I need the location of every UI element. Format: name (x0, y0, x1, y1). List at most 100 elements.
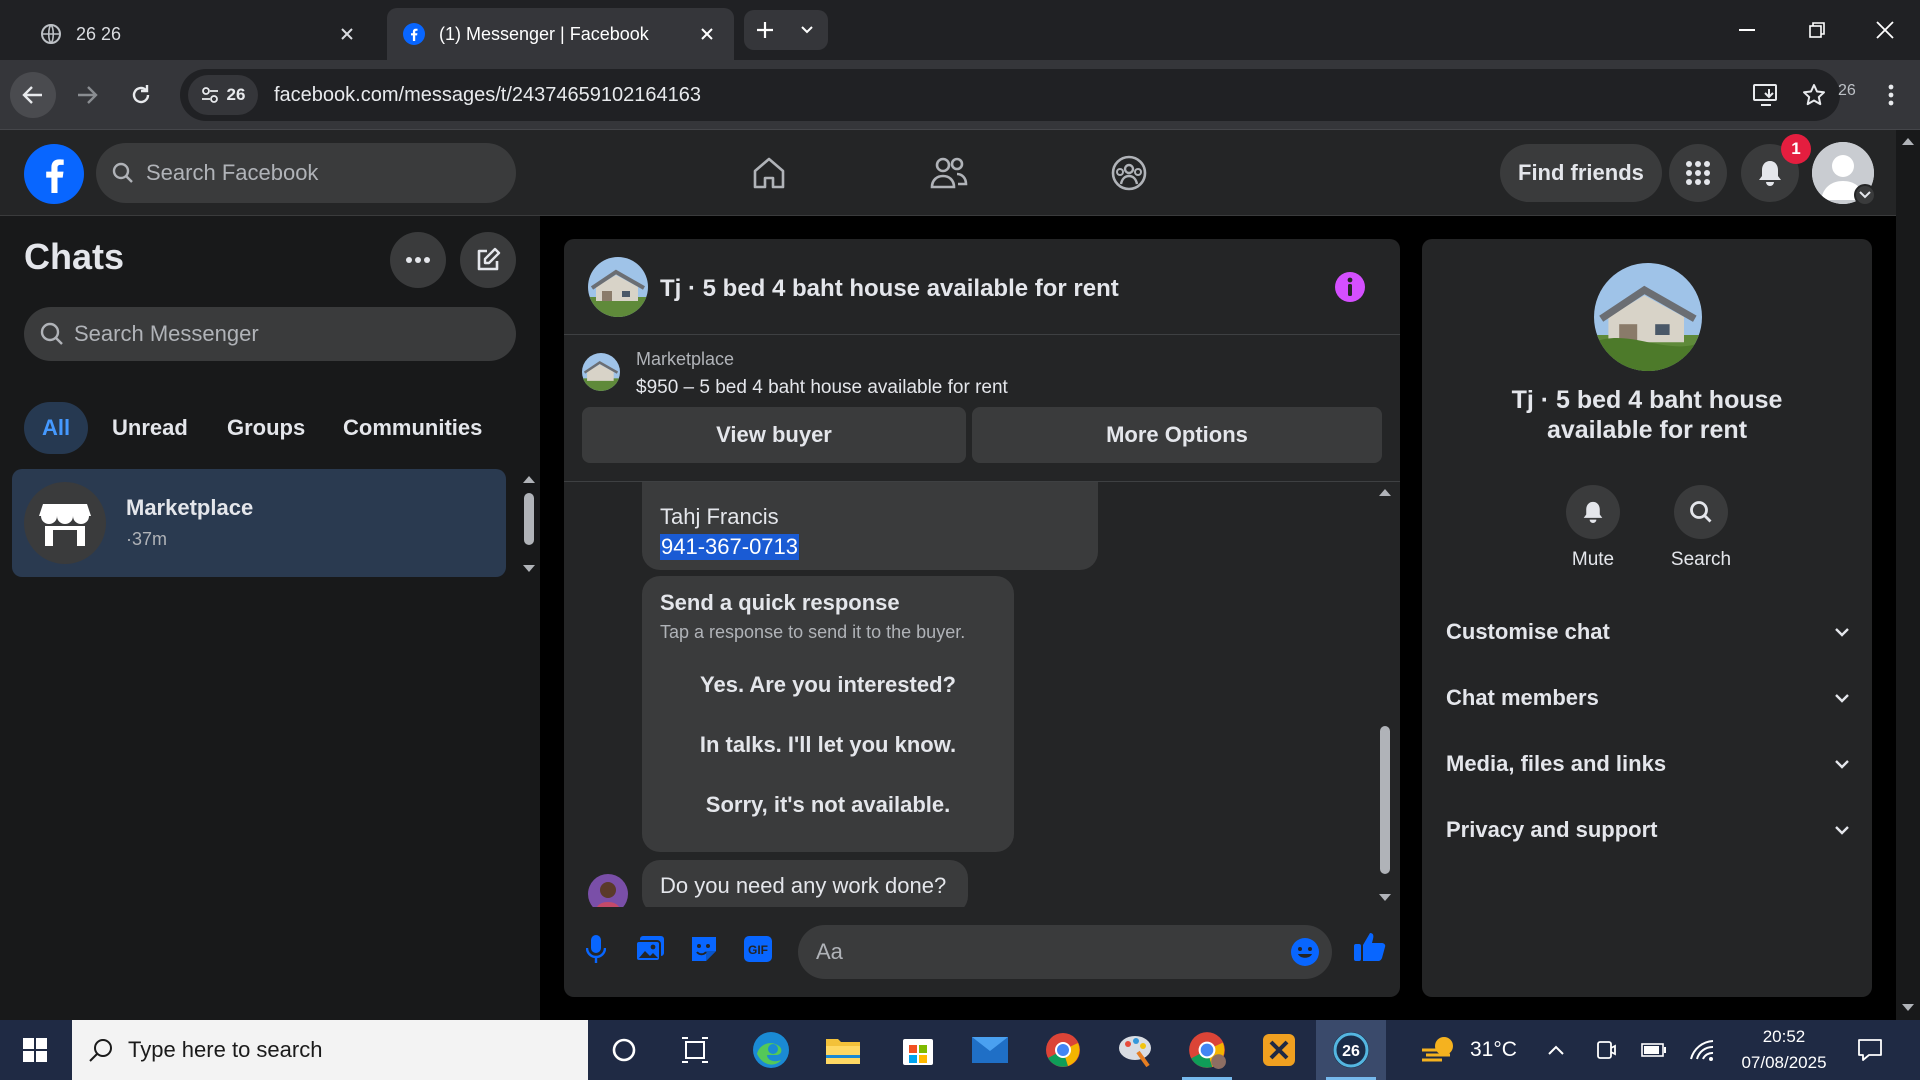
messenger-search-input[interactable] (74, 321, 494, 347)
omnibox[interactable]: 26 facebook.com/messages/t/2437465910216… (180, 69, 1840, 121)
close-tab-icon[interactable] (336, 23, 358, 45)
listing-summary[interactable]: $950 – 5 bed 4 baht house available for … (636, 377, 1008, 399)
filter-tab-groups[interactable]: Groups (209, 402, 323, 454)
browser-26-icon[interactable]: 26 (1316, 1020, 1386, 1080)
reload-icon[interactable] (118, 72, 164, 118)
gif-icon[interactable]: GIF (738, 929, 778, 969)
filter-tab-unread[interactable]: Unread (94, 402, 206, 454)
notification-center-icon[interactable] (1854, 1034, 1886, 1066)
facebook-search-input[interactable] (146, 160, 486, 186)
wifi-icon[interactable] (1686, 1034, 1718, 1066)
quick-response-option[interactable]: Sorry, it's not available. (642, 792, 1014, 818)
search-conversation-button[interactable]: Search (1656, 485, 1746, 571)
browser-menu-icon[interactable] (1876, 78, 1906, 112)
windows-start-icon[interactable] (0, 1020, 70, 1080)
chrome-profile-icon[interactable] (1172, 1020, 1242, 1080)
tab-search-chevron-icon[interactable] (786, 10, 828, 50)
facebook-search[interactable] (96, 143, 516, 203)
photo-icon[interactable] (630, 929, 670, 969)
emoji-icon[interactable] (1290, 937, 1320, 967)
tab-active[interactable]: (1) Messenger | Facebook (387, 8, 734, 60)
groups-icon[interactable] (1074, 142, 1184, 204)
taskbar-search-input[interactable] (128, 1037, 548, 1063)
message-input-box[interactable] (798, 925, 1332, 979)
contact-phone[interactable]: 941-367-0713 (660, 534, 800, 560)
menu-grid-icon[interactable] (1669, 144, 1727, 202)
page-scrollbar[interactable] (1896, 130, 1920, 1020)
sticker-icon[interactable] (684, 929, 724, 969)
minimize-icon[interactable] (1722, 10, 1772, 50)
globe-icon (40, 23, 62, 45)
filter-tab-all[interactable]: All (24, 402, 89, 454)
search-icon (88, 1037, 114, 1063)
thumbs-up-icon[interactable] (1348, 925, 1392, 969)
find-friends-button[interactable]: Find friends (1500, 144, 1662, 202)
friends-icon[interactable] (894, 142, 1004, 204)
store-icon[interactable] (883, 1020, 953, 1080)
message-input[interactable] (816, 937, 1256, 967)
filter-tab-communities[interactable]: Communities (325, 402, 500, 454)
cortana-icon[interactable] (589, 1020, 659, 1080)
restore-icon[interactable] (1792, 10, 1842, 50)
chat-info-avatar[interactable] (1594, 263, 1702, 371)
new-message-icon[interactable] (460, 232, 516, 288)
tab-inactive[interactable]: 26 26 (24, 8, 374, 60)
thread-scrollbar[interactable] (1374, 482, 1396, 907)
task-view-icon[interactable] (660, 1020, 730, 1080)
weather-temperature: 31°C (1470, 1038, 1517, 1061)
install-app-icon[interactable] (1744, 73, 1788, 117)
mute-button[interactable]: Mute (1548, 485, 1638, 571)
back-icon[interactable] (10, 72, 56, 118)
conversation-header: Tj · 5 bed 4 baht house available for re… (564, 239, 1400, 335)
system-clock[interactable]: 20:52 07/08/2025 (1732, 1024, 1836, 1076)
file-explorer-icon[interactable] (808, 1020, 878, 1080)
tab-title: (1) Messenger | Facebook (439, 23, 649, 44)
section-customise-chat[interactable]: Customise chat (1446, 607, 1850, 657)
messenger-search[interactable] (24, 307, 516, 361)
conversation-title[interactable]: Tj · 5 bed 4 baht house available for re… (660, 275, 1119, 303)
weather-widget[interactable]: 31°C (1420, 1020, 1517, 1080)
microphone-icon[interactable] (576, 929, 616, 969)
mute-label: Mute (1571, 549, 1615, 570)
url-text[interactable]: facebook.com/messages/t/2437465910216416… (274, 84, 1744, 107)
quick-response-option[interactable]: In talks. I'll let you know. (642, 732, 1014, 758)
info-icon[interactable] (1334, 271, 1366, 303)
close-window-icon[interactable] (1860, 10, 1910, 50)
conversation-avatar[interactable] (588, 257, 648, 317)
view-buyer-button[interactable]: View buyer (582, 407, 966, 463)
facebook-logo-icon[interactable] (24, 144, 84, 204)
site-info-button[interactable]: 26 (188, 75, 258, 115)
chat-list-item[interactable]: Marketplace ·37m (12, 469, 506, 577)
account-chevron-icon[interactable] (1854, 184, 1876, 206)
message-composer: GIF (564, 907, 1400, 997)
listing-thumbnail (582, 353, 620, 391)
search-icon (40, 322, 64, 346)
address-bar: 26 facebook.com/messages/t/2437465910216… (0, 60, 1920, 130)
meet-now-icon[interactable] (1590, 1034, 1622, 1066)
section-media-files-links[interactable]: Media, files and links (1446, 739, 1850, 789)
close-tab-icon[interactable] (696, 23, 718, 45)
mail-icon[interactable] (955, 1020, 1025, 1080)
paint-icon[interactable] (1100, 1020, 1170, 1080)
section-chat-members[interactable]: Chat members (1446, 673, 1850, 723)
forward-icon[interactable] (64, 72, 110, 118)
more-options-icon[interactable] (390, 232, 446, 288)
taskbar-search[interactable] (72, 1020, 588, 1080)
star-bookmark-icon[interactable] (1792, 73, 1836, 117)
battery-icon[interactable] (1638, 1034, 1670, 1066)
quick-response-title: Send a quick response (660, 590, 900, 615)
xodo-icon[interactable] (1244, 1020, 1314, 1080)
more-options-button[interactable]: More Options (972, 407, 1382, 463)
edge-icon[interactable] (736, 1020, 806, 1080)
new-tab-group (744, 10, 828, 50)
section-privacy-support[interactable]: Privacy and support (1446, 805, 1850, 855)
quick-response-option[interactable]: Yes. Are you interested? (642, 672, 1014, 698)
sender-avatar[interactable] (588, 874, 628, 907)
home-icon[interactable] (714, 142, 824, 204)
extension-count[interactable]: 26 (1838, 82, 1856, 100)
section-label: Media, files and links (1446, 751, 1667, 776)
chrome-icon[interactable] (1028, 1020, 1098, 1080)
chevron-up-icon[interactable] (1540, 1034, 1572, 1066)
new-tab-icon[interactable] (744, 10, 786, 50)
sidebar-scrollbar[interactable] (518, 469, 540, 579)
